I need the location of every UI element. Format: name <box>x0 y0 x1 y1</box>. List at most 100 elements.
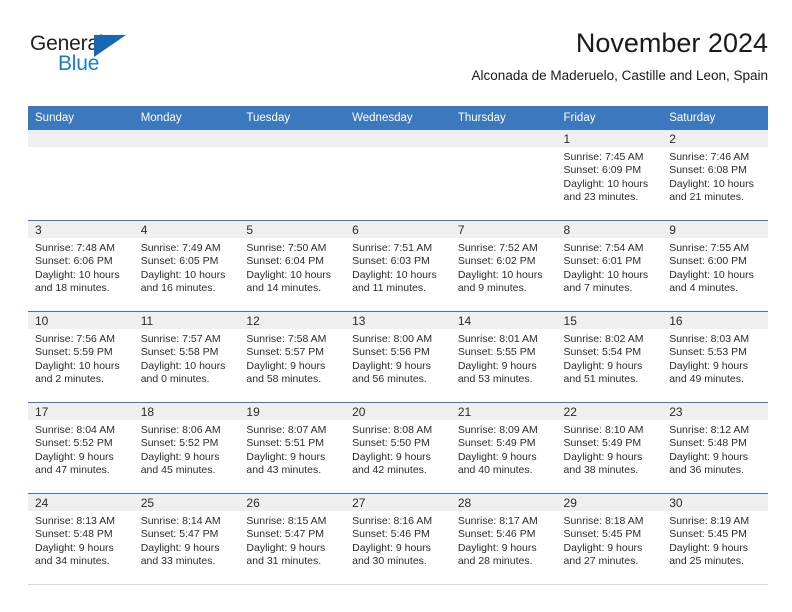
calendar-table: Sunday Monday Tuesday Wednesday Thursday Frid… <box>28 106 768 585</box>
daylight-duration-line1: Daylight: 9 hours <box>140 541 220 554</box>
calendar-day-cell[interactable]: 1 Sunrise: 7:45 AM Sunset: 6:09 PM Daylight… <box>556 129 663 221</box>
day-details: Sunrise: 8:06 AM Sunset: 5:52 PM Daylight:… <box>134 420 240 478</box>
calendar-day-cell[interactable]: 11 Sunrise: 7:57 AM Sunset: 5:58 PM Dayligh… <box>133 311 240 403</box>
sunrise-time: Sunrise: 8:14 AM <box>140 515 221 527</box>
daylight-duration-line1: Daylight: 10 hours <box>35 268 120 281</box>
daylight-duration-line2: and 51 minutes. <box>563 373 639 386</box>
calendar-day-cell[interactable]: 12 Sunrise: 7:58 AM Sunset: 5:57 PM Dayligh… <box>239 311 346 403</box>
day-details: Sunrise: 8:18 AM Sunset: 5:45 PM Daylight:… <box>557 511 663 569</box>
day-details: Sunrise: 8:02 AM Sunset: 5:54 PM Daylight:… <box>557 329 663 387</box>
daylight-duration-line1: Daylight: 9 hours <box>457 359 537 372</box>
sunset-time: Sunset: 5:52 PM <box>140 437 219 450</box>
sunrise-time: Sunrise: 8:19 AM <box>669 515 750 527</box>
day-number: 20 <box>345 403 451 420</box>
sunrise-time: Sunrise: 7:58 AM <box>246 333 327 345</box>
calendar-day-cell[interactable]: 9 Sunrise: 7:55 AM Sunset: 6:00 PM Daylight… <box>662 220 768 312</box>
calendar-day-cell[interactable]: 30 Sunrise: 8:19 AM Sunset: 5:45 PM Dayligh… <box>662 493 768 585</box>
calendar-day-cell[interactable]: 4 Sunrise: 7:49 AM Sunset: 6:05 PM Daylight… <box>133 220 240 312</box>
calendar-day-cell[interactable]: 24 Sunrise: 8:13 AM Sunset: 5:48 PM Dayligh… <box>28 493 134 585</box>
calendar-day-cell[interactable]: 16 Sunrise: 8:03 AM Sunset: 5:53 PM Dayligh… <box>662 311 768 403</box>
calendar-week-row: 10 Sunrise: 7:56 AM Sunset: 5:59 PM Dayligh… <box>28 311 768 403</box>
calendar-day-cell[interactable]: 3 Sunrise: 7:48 AM Sunset: 6:06 PM Daylight… <box>28 220 134 312</box>
daylight-duration-line1: Daylight: 10 hours <box>669 268 754 281</box>
calendar-day-cell[interactable]: 14 Sunrise: 8:01 AM Sunset: 5:55 PM Dayligh… <box>450 311 557 403</box>
day-details: Sunrise: 7:58 AM Sunset: 5:57 PM Daylight:… <box>239 329 345 387</box>
calendar-day-cell[interactable]: 21 Sunrise: 8:09 AM Sunset: 5:49 PM Dayligh… <box>450 402 557 494</box>
calendar-day-cell[interactable]: 19 Sunrise: 8:07 AM Sunset: 5:51 PM Dayligh… <box>239 402 346 494</box>
daylight-duration-line1: Daylight: 9 hours <box>563 450 643 463</box>
calendar-day-cell[interactable]: 8 Sunrise: 7:54 AM Sunset: 6:01 PM Daylight… <box>556 220 663 312</box>
sunset-time: Sunset: 5:45 PM <box>563 528 642 541</box>
calendar-day-cell[interactable]: 13 Sunrise: 8:00 AM Sunset: 5:56 PM Dayligh… <box>345 311 451 403</box>
calendar-day-cell[interactable]: 7 Sunrise: 7:52 AM Sunset: 6:02 PM Daylight… <box>450 220 557 312</box>
sunrise-time: Sunrise: 7:51 AM <box>352 242 433 254</box>
day-details: Sunrise: 7:55 AM Sunset: 6:00 PM Daylight:… <box>662 238 768 296</box>
calendar-day-cell-empty <box>239 129 346 221</box>
daylight-duration-line1: Daylight: 10 hours <box>563 268 649 281</box>
day-details: Sunrise: 8:12 AM Sunset: 5:48 PM Daylight:… <box>662 420 768 478</box>
daylight-duration-line1: Daylight: 10 hours <box>563 177 649 190</box>
daylight-duration-line2: and 58 minutes. <box>246 373 322 386</box>
sunset-time: Sunset: 5:46 PM <box>457 528 536 541</box>
daylight-duration-line1: Daylight: 9 hours <box>246 450 326 463</box>
calendar-day-cell[interactable]: 2 Sunrise: 7:46 AM Sunset: 6:08 PM Daylight… <box>662 129 768 221</box>
sunset-time: Sunset: 5:46 PM <box>352 528 430 541</box>
sunrise-time: Sunrise: 8:13 AM <box>35 515 115 527</box>
calendar-day-cell[interactable]: 27 Sunrise: 8:16 AM Sunset: 5:46 PM Dayligh… <box>345 493 451 585</box>
calendar-day-cell-empty <box>450 129 557 221</box>
sunset-time: Sunset: 6:03 PM <box>352 255 430 268</box>
daylight-duration-line2: and 0 minutes. <box>140 373 210 386</box>
calendar-day-cell[interactable]: 20 Sunrise: 8:08 AM Sunset: 5:50 PM Dayligh… <box>345 402 451 494</box>
weekday-header-monday: Monday <box>133 106 240 130</box>
daylight-duration-line1: Daylight: 10 hours <box>352 268 437 281</box>
daylight-duration-line2: and 49 minutes. <box>669 373 744 386</box>
day-details: Sunrise: 8:16 AM Sunset: 5:46 PM Daylight:… <box>345 511 451 569</box>
calendar-day-cell-empty <box>133 129 240 221</box>
day-number: 15 <box>556 312 663 329</box>
daylight-duration-line1: Daylight: 9 hours <box>669 541 749 554</box>
day-number: 25 <box>133 494 240 511</box>
calendar-day-cell[interactable]: 28 Sunrise: 8:17 AM Sunset: 5:46 PM Dayligh… <box>450 493 557 585</box>
calendar-day-cell[interactable]: 26 Sunrise: 8:15 AM Sunset: 5:47 PM Dayligh… <box>239 493 346 585</box>
calendar-day-cell[interactable]: 6 Sunrise: 7:51 AM Sunset: 6:03 PM Daylight… <box>345 220 451 312</box>
daylight-duration-line2: and 42 minutes. <box>352 464 427 477</box>
sunset-time: Sunset: 5:50 PM <box>352 437 430 450</box>
calendar-day-cell[interactable]: 15 Sunrise: 8:02 AM Sunset: 5:54 PM Dayligh… <box>556 311 663 403</box>
calendar-header-row: Sunday Monday Tuesday Wednesday Thursday Frid… <box>28 106 768 130</box>
daylight-duration-line1: Daylight: 10 hours <box>140 359 226 372</box>
calendar-day-cell[interactable]: 18 Sunrise: 8:06 AM Sunset: 5:52 PM Dayligh… <box>133 402 240 494</box>
sunset-time: Sunset: 5:48 PM <box>35 528 113 541</box>
day-details: Sunrise: 8:09 AM Sunset: 5:49 PM Daylight:… <box>451 420 557 478</box>
sunset-time: Sunset: 5:51 PM <box>246 437 325 450</box>
calendar-day-cell[interactable]: 5 Sunrise: 7:50 AM Sunset: 6:04 PM Daylight… <box>239 220 346 312</box>
day-details: Sunrise: 7:49 AM Sunset: 6:05 PM Daylight:… <box>134 238 240 296</box>
sunset-time: Sunset: 5:48 PM <box>669 437 747 450</box>
calendar-day-cell[interactable]: 17 Sunrise: 8:04 AM Sunset: 5:52 PM Dayligh… <box>28 402 134 494</box>
day-number: 17 <box>28 403 134 420</box>
sunrise-time: Sunrise: 8:01 AM <box>457 333 538 345</box>
day-details: Sunrise: 8:15 AM Sunset: 5:47 PM Daylight:… <box>239 511 345 569</box>
daylight-duration-line2: and 30 minutes. <box>352 555 427 568</box>
daylight-duration-line2: and 18 minutes. <box>35 282 110 295</box>
daylight-duration-line2: and 34 minutes. <box>35 555 110 568</box>
day-details: Sunrise: 8:07 AM Sunset: 5:51 PM Daylight:… <box>239 420 345 478</box>
day-details: Sunrise: 7:54 AM Sunset: 6:01 PM Daylight:… <box>557 238 663 296</box>
calendar-day-cell[interactable]: 22 Sunrise: 8:10 AM Sunset: 5:49 PM Dayligh… <box>556 402 663 494</box>
day-details: Sunrise: 7:56 AM Sunset: 5:59 PM Daylight:… <box>28 329 134 387</box>
calendar-day-cell[interactable]: 23 Sunrise: 8:12 AM Sunset: 5:48 PM Dayligh… <box>662 402 768 494</box>
sunrise-time: Sunrise: 8:09 AM <box>457 424 538 436</box>
daylight-duration-line2: and 56 minutes. <box>352 373 427 386</box>
calendar-day-cell[interactable]: 29 Sunrise: 8:18 AM Sunset: 5:45 PM Dayligh… <box>556 493 663 585</box>
calendar-day-cell[interactable]: 10 Sunrise: 7:56 AM Sunset: 5:59 PM Dayligh… <box>28 311 134 403</box>
daylight-duration-line2: and 27 minutes. <box>563 555 639 568</box>
page-title: November 2024 <box>575 28 768 58</box>
sunrise-time: Sunrise: 7:54 AM <box>563 242 644 254</box>
day-number: 13 <box>345 312 451 329</box>
sunrise-time: Sunrise: 8:18 AM <box>563 515 644 527</box>
general-blue-logo[interactable]: General Blue <box>28 32 168 88</box>
daylight-duration-line2: and 40 minutes. <box>457 464 533 477</box>
day-number: 3 <box>28 221 134 238</box>
day-details: Sunrise: 7:50 AM Sunset: 6:04 PM Daylight:… <box>239 238 345 296</box>
daylight-duration-line1: Daylight: 9 hours <box>457 541 537 554</box>
calendar-day-cell[interactable]: 25 Sunrise: 8:14 AM Sunset: 5:47 PM Dayligh… <box>133 493 240 585</box>
